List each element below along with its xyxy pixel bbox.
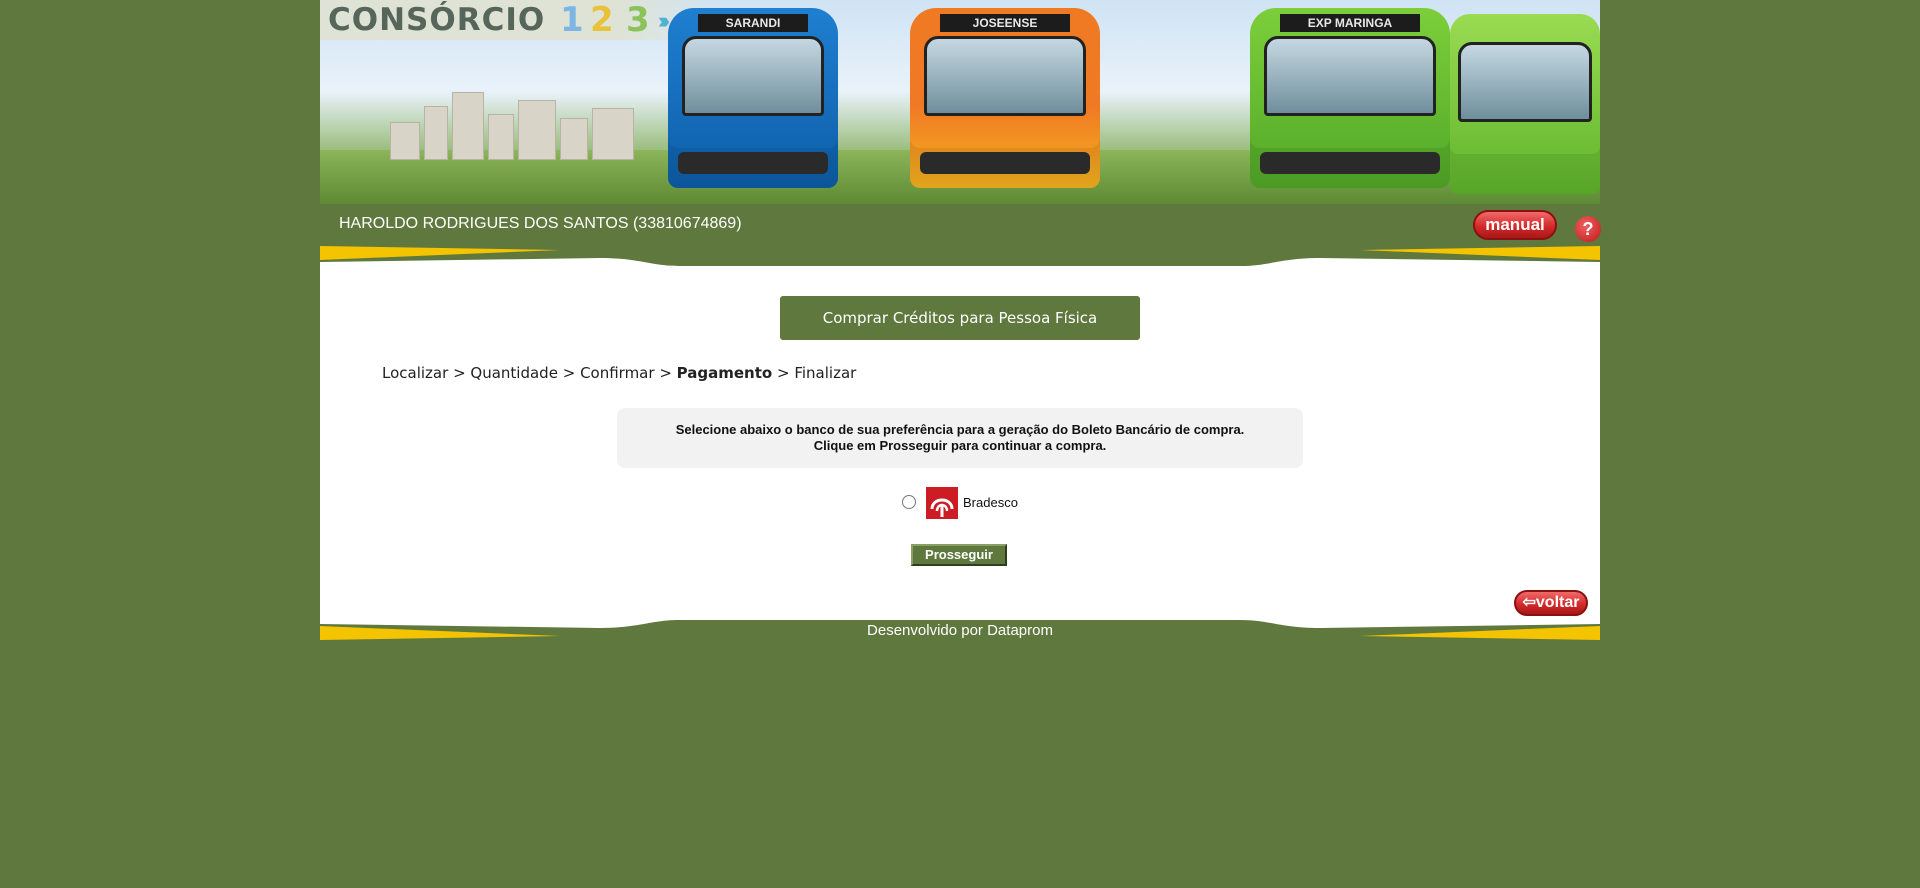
back-button[interactable]: ⇦voltar (1514, 590, 1588, 616)
bus-side-windows (1458, 42, 1592, 122)
logo-number-1: 1 (560, 0, 584, 40)
breadcrumb-separator: > (453, 364, 471, 382)
logo-number-2: 2 (590, 0, 614, 40)
logo-number-3: 3 (626, 0, 650, 40)
manual-button[interactable]: manual (1473, 210, 1557, 240)
bus-bumper (1260, 152, 1440, 174)
bus-destination-sign: JOSEENSE (940, 14, 1070, 32)
back-button-label: voltar (1535, 594, 1580, 611)
breadcrumb-separator: > (776, 364, 795, 382)
footer-credit: Desenvolvido por Dataprom (867, 622, 1053, 639)
breadcrumb-step-localizar: Localizar (382, 364, 449, 382)
page-title: Comprar Créditos para Pessoa Física (780, 296, 1140, 340)
bus-windshield (1264, 36, 1436, 116)
breadcrumb-step-quantidade: Quantidade (470, 364, 558, 382)
breadcrumb-step-pagamento: Pagamento (676, 364, 773, 382)
instructions-line-2: Clique em Prosseguir para continuar a co… (813, 438, 1107, 453)
bus-bumper (920, 152, 1090, 174)
proceed-button[interactable]: Prosseguir (911, 544, 1007, 566)
top-curve-decoration (320, 246, 1600, 266)
city-skyline (390, 80, 650, 160)
back-arrow-icon: ⇦ (1522, 594, 1536, 611)
header-banner: CONSÓRCIO 1 2 3 ››› SARANDI JOSEENSE EXP… (320, 0, 1600, 204)
breadcrumb-separator: > (659, 364, 677, 382)
bank-radio-bradesco[interactable] (902, 495, 916, 509)
help-icon[interactable]: ? (1575, 216, 1601, 242)
instructions-box: Selecione abaixo o banco de sua preferên… (617, 408, 1303, 468)
logo-arrows: ››› (658, 8, 670, 33)
breadcrumb-separator: > (562, 364, 581, 382)
bus-destination-sign: SARANDI (698, 14, 808, 32)
green-bus-trailer (1450, 14, 1600, 194)
page-container: CONSÓRCIO 1 2 3 ››› SARANDI JOSEENSE EXP… (320, 0, 1601, 640)
bus-destination-sign: EXP MARINGA (1280, 14, 1420, 32)
bus-bumper (678, 152, 828, 174)
logo-strip: CONSÓRCIO 1 2 3 ››› (320, 0, 720, 40)
bus-windshield (924, 36, 1086, 116)
breadcrumb-step-finalizar: Finalizar (794, 364, 857, 382)
user-bar: HAROLDO RODRIGUES DOS SANTOS (3381067486… (320, 204, 1601, 246)
green-bus-image: EXP MARINGA (1250, 8, 1450, 188)
instructions-line-1: Selecione abaixo o banco de sua preferên… (675, 422, 1245, 437)
breadcrumb-step-confirmar: Confirmar (580, 364, 655, 382)
breadcrumb: Localizar > Quantidade > Confirmar > Pag… (382, 364, 856, 382)
user-name: HAROLDO RODRIGUES DOS SANTOS (3381067486… (339, 215, 742, 232)
bus-windshield (682, 36, 824, 116)
bradesco-logo-icon (926, 487, 958, 519)
orange-bus-image: JOSEENSE (910, 8, 1100, 188)
logo-text: CONSÓRCIO (328, 2, 546, 38)
bank-label-bradesco: Bradesco (963, 495, 1018, 510)
blue-bus-image: SARANDI (668, 8, 838, 188)
